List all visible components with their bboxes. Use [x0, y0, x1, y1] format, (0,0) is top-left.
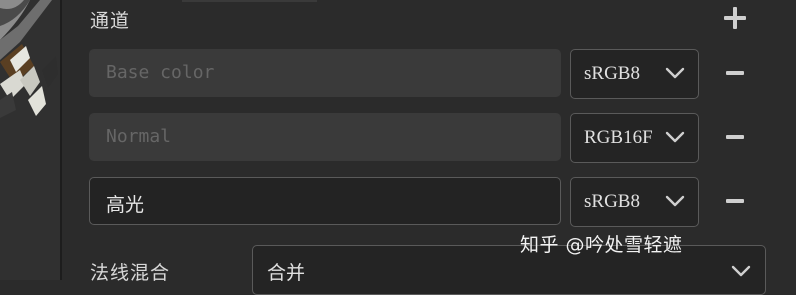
format-value: RGB16F	[584, 127, 653, 148]
divider	[182, 0, 317, 2]
chevron-down-icon	[731, 265, 751, 277]
normal-blend-label: 法线混合	[90, 262, 171, 284]
normal-blend-value: 合并	[267, 262, 306, 284]
channel-row: 高光 sRGB8	[62, 177, 796, 227]
channel-format-select[interactable]: sRGB8	[570, 177, 699, 227]
channel-name-field[interactable]: Base color	[89, 49, 561, 97]
side-preview-strip	[0, 0, 62, 280]
channel-format-select[interactable]: sRGB8	[570, 49, 699, 99]
remove-channel-button[interactable]	[726, 199, 744, 203]
channel-settings-panel: 通道 Base color sRGB8 Normal RGB16F 高光 sRG…	[62, 0, 796, 295]
channel-format-select[interactable]: RGB16F	[570, 113, 699, 163]
chevron-down-icon	[665, 67, 685, 79]
channel-row: Base color sRGB8	[62, 49, 796, 99]
remove-channel-button[interactable]	[726, 135, 744, 139]
add-channel-button[interactable]	[724, 7, 746, 29]
material-preview-thumbnail	[0, 0, 58, 118]
channel-row: Normal RGB16F	[62, 113, 796, 163]
format-value: sRGB8	[584, 63, 640, 84]
remove-channel-button[interactable]	[726, 71, 744, 75]
chevron-down-icon	[665, 131, 685, 143]
channel-name-field[interactable]: Normal	[89, 113, 561, 161]
channels-section-title: 通道	[90, 10, 131, 32]
channel-name-field[interactable]: 高光	[89, 177, 561, 225]
watermark: 知乎 @吟处雪轻遮	[520, 234, 683, 256]
format-value: sRGB8	[584, 191, 640, 212]
normal-blend-select[interactable]: 合并	[252, 245, 766, 295]
chevron-down-icon	[665, 195, 685, 207]
